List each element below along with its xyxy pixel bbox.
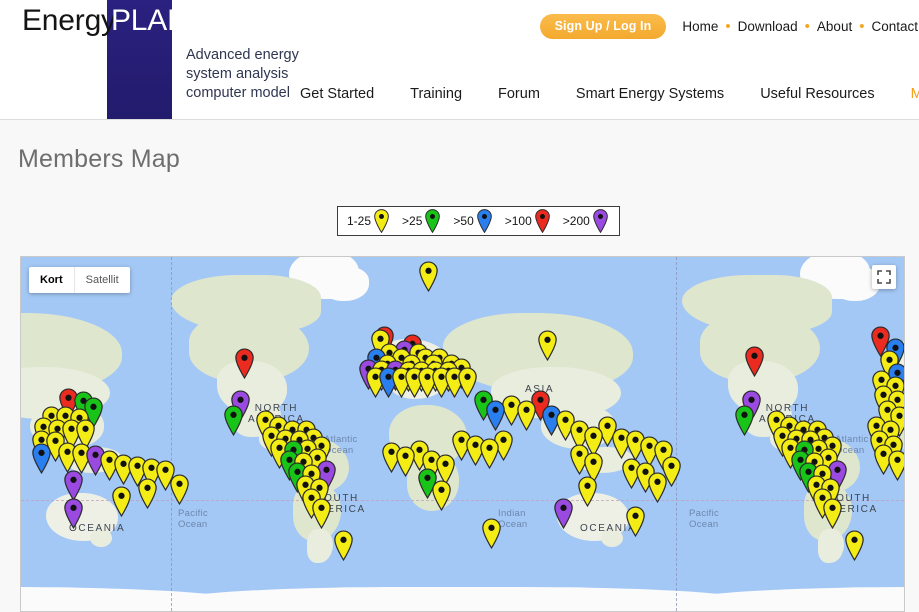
map-pin-icon (534, 209, 550, 233)
map-marker[interactable] (845, 530, 864, 566)
legend-label: >100 (504, 214, 532, 228)
map-type-control: Kort Satellit (29, 267, 130, 293)
map-marker[interactable] (823, 498, 842, 534)
map-pin-icon (476, 209, 492, 233)
utility-link-download[interactable]: Download (737, 19, 799, 34)
members-map[interactable]: NORTH AMERICASOUTH AMERICAASIAOCEANIAOCE… (20, 256, 905, 612)
signup-login-button[interactable]: Sign Up / Log In (539, 14, 667, 39)
logo-text-energy: Energy (22, 4, 116, 37)
map-marker[interactable] (482, 518, 501, 554)
map-marker[interactable] (538, 330, 557, 366)
legend-item-1: >25 (402, 209, 441, 233)
map-legend: 1-25 >25 >50 >100 >200 (337, 206, 620, 236)
map-marker[interactable] (888, 450, 904, 486)
landmass (601, 529, 623, 547)
landmass (90, 529, 112, 547)
legend-label: >200 (562, 214, 590, 228)
map-marker[interactable] (554, 498, 573, 534)
map-marker[interactable] (138, 478, 157, 514)
map-meridian-line (171, 257, 172, 611)
site-tagline: Advanced energy system analysis computer… (186, 47, 299, 101)
legend-label: 1-25 (347, 214, 372, 228)
nav-item-members[interactable]: Members (911, 86, 919, 102)
page-body: Members Map 1-25 >25 >50 >100 >200 NORTH AME… (0, 120, 919, 612)
fullscreen-icon[interactable] (872, 265, 896, 289)
map-marker[interactable] (419, 261, 438, 297)
main-nav: Get Started Training Forum Smart Energy … (300, 86, 919, 102)
nav-item-training[interactable]: Training (410, 86, 462, 102)
legend-item-0: 1-25 (347, 209, 389, 233)
map-marker[interactable] (480, 438, 499, 474)
map-pin-icon (374, 209, 389, 233)
map-marker[interactable] (334, 530, 353, 566)
map-marker[interactable] (224, 405, 243, 441)
map-type-kort[interactable]: Kort (29, 267, 74, 293)
map-marker[interactable] (745, 346, 764, 382)
legend-item-2: >50 (453, 209, 492, 233)
map-label-pacific-ocean: Pacific Ocean (178, 508, 209, 530)
nav-item-useful-resources[interactable]: Useful Resources (760, 86, 874, 102)
map-marker[interactable] (235, 348, 254, 384)
utility-link-home[interactable]: Home (681, 19, 719, 34)
map-marker[interactable] (396, 446, 415, 482)
legend-item-3: >100 (505, 209, 550, 233)
map-label-indian-ocean: Indian Ocean (498, 508, 528, 530)
nav-item-forum[interactable]: Forum (498, 86, 540, 102)
landmass (818, 529, 844, 563)
map-label-pacific-ocean: Pacific Ocean (689, 508, 720, 530)
nav-item-get-started[interactable]: Get Started (300, 86, 374, 102)
map-pin-icon (425, 209, 441, 233)
legend-label: >50 (453, 214, 474, 228)
utility-nav-separator: • (725, 18, 731, 35)
landmass (307, 529, 333, 563)
legend-item-4: >200 (563, 209, 608, 233)
landmass (161, 587, 761, 611)
utility-link-contact[interactable]: Contact (870, 19, 919, 34)
utility-link-about[interactable]: About (816, 19, 853, 34)
utility-nav-separator: • (859, 18, 865, 35)
map-type-satellit[interactable]: Satellit (73, 267, 130, 293)
map-marker[interactable] (112, 486, 131, 522)
map-canvas[interactable]: NORTH AMERICASOUTH AMERICAASIAOCEANIAOCE… (21, 257, 904, 611)
map-marker[interactable] (32, 443, 51, 479)
map-marker[interactable] (170, 474, 189, 510)
legend-label: >25 (402, 214, 423, 228)
page-title: Members Map (18, 145, 180, 173)
map-marker[interactable] (432, 480, 451, 516)
landmass (672, 587, 904, 611)
site-header: Energy PLAN Advanced energy system analy… (0, 0, 919, 120)
utility-nav-separator: • (804, 18, 810, 35)
map-marker[interactable] (517, 400, 536, 436)
map-marker[interactable] (648, 472, 667, 508)
landmass (321, 267, 369, 301)
logo-text-plan: PLAN (111, 4, 189, 37)
utility-nav: Sign Up / Log In Home • Download • About… (539, 14, 919, 39)
map-meridian-line (676, 257, 677, 611)
map-marker[interactable] (735, 405, 754, 441)
map-marker[interactable] (64, 498, 83, 534)
map-pin-icon (592, 209, 608, 233)
map-marker[interactable] (312, 498, 331, 534)
nav-item-smart-energy-systems[interactable]: Smart Energy Systems (576, 86, 724, 102)
map-marker[interactable] (626, 506, 645, 542)
map-marker[interactable] (578, 476, 597, 512)
